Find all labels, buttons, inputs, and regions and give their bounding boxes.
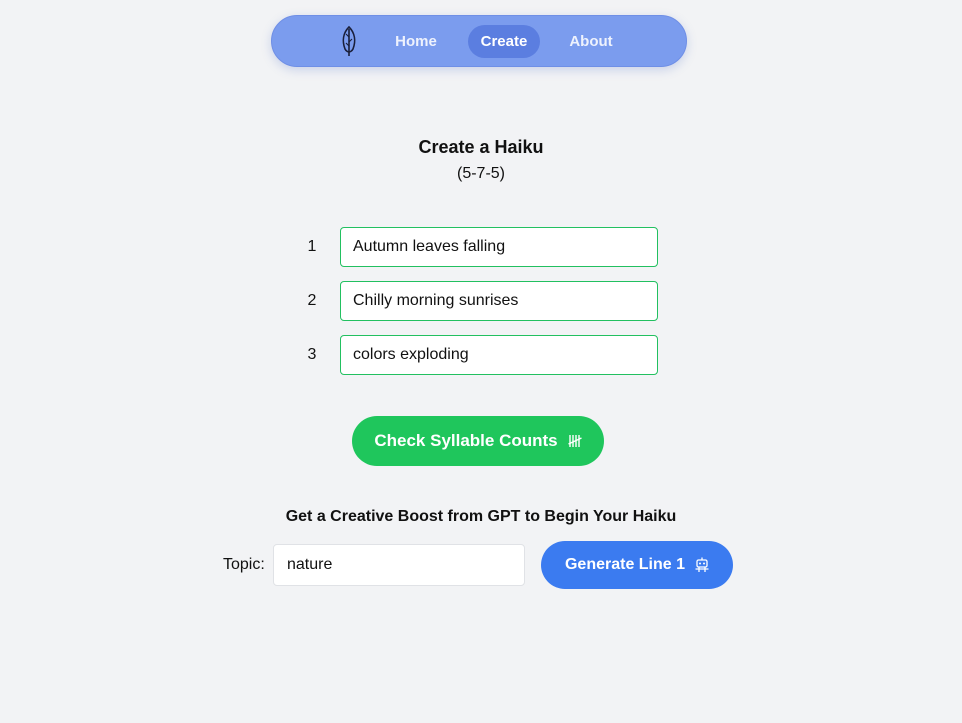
haiku-line-1-input[interactable] [340, 227, 658, 267]
check-button-label: Check Syllable Counts [374, 431, 558, 450]
creative-boost-heading: Get a Creative Boost from GPT to Begin Y… [285, 508, 677, 525]
line-number-2: 2 [307, 292, 317, 309]
page-subtitle: (5-7-5) [456, 165, 505, 182]
topic-input[interactable] [273, 544, 525, 586]
generate-button-label: Generate Line 1 [564, 556, 686, 573]
haiku-line-3-input[interactable] [340, 335, 658, 375]
top-nav: Home Create About [271, 15, 687, 67]
line-number-1: 1 [307, 238, 317, 255]
check-syllable-counts-button[interactable]: Check Syllable Counts [352, 416, 604, 466]
nav-link-about[interactable]: About [560, 25, 622, 58]
generate-line-button[interactable]: Generate Line 1 [541, 541, 733, 589]
feather-icon[interactable] [339, 25, 359, 57]
nav-link-create[interactable]: Create [468, 25, 540, 58]
robot-icon [695, 557, 709, 572]
topic-label: Topic: [223, 556, 265, 573]
haiku-line-2-input[interactable] [340, 281, 658, 321]
nav-link-home[interactable]: Home [386, 25, 446, 58]
page-title: Create a Haiku [418, 137, 544, 157]
tally-marks-icon [567, 435, 582, 447]
line-number-3: 3 [307, 346, 317, 363]
